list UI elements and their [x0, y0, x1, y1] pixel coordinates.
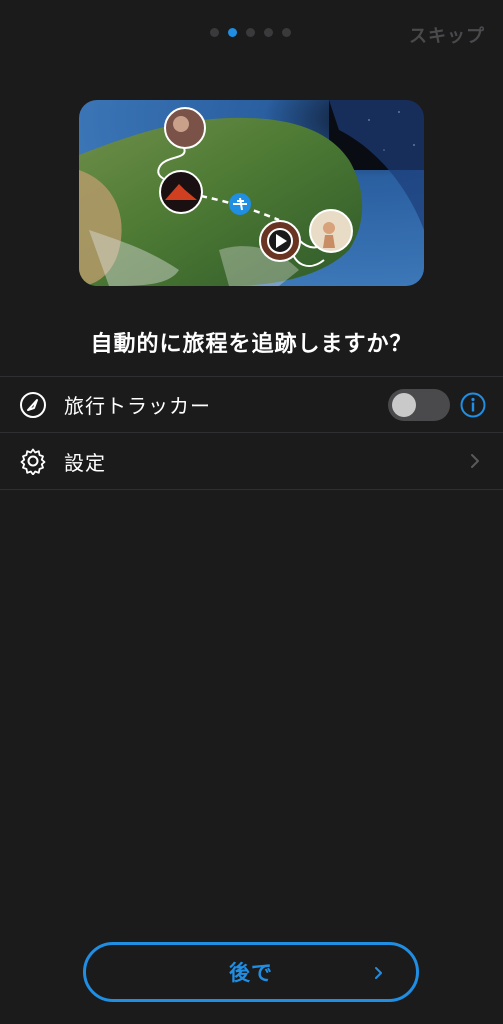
skip-button[interactable]: スキップ — [409, 22, 485, 48]
page-dot — [210, 28, 219, 37]
info-icon[interactable] — [460, 392, 486, 418]
page-dot — [246, 28, 255, 37]
page-dot-active — [228, 28, 237, 37]
compass-icon — [20, 391, 46, 418]
airplane-icon — [229, 193, 251, 215]
page-dot — [282, 28, 291, 37]
tracking-question-heading: 自動的に旅程を追跡しますか？ — [90, 332, 413, 357]
chevron-right-icon — [471, 454, 479, 468]
hero-illustration — [79, 100, 424, 286]
person-photo-icon — [164, 107, 206, 149]
settings-row[interactable]: 設定 — [0, 433, 503, 490]
later-button-label: 後で — [229, 961, 273, 985]
later-button[interactable]: 後で — [83, 942, 419, 1002]
page-dot — [264, 28, 273, 37]
travel-tracker-toggle[interactable] — [388, 388, 450, 421]
chevron-right-icon — [375, 967, 382, 979]
route-overlay — [157, 107, 353, 267]
play-video-icon — [259, 220, 301, 262]
travel-tracker-label: 旅行トラッカー — [64, 394, 211, 418]
toggle-knob — [392, 392, 416, 417]
volcano-photo-icon — [159, 170, 203, 214]
onboarding-screen: スキップ 自動的に旅程を追跡しますか？ 旅行トラッカー 設定 後で — [0, 0, 503, 1024]
gear-icon — [20, 448, 46, 475]
travel-tracker-row: 旅行トラッカー — [0, 376, 503, 433]
settings-label: 設定 — [64, 450, 106, 475]
page-indicator — [210, 28, 291, 37]
beach-photo-icon — [309, 209, 353, 253]
